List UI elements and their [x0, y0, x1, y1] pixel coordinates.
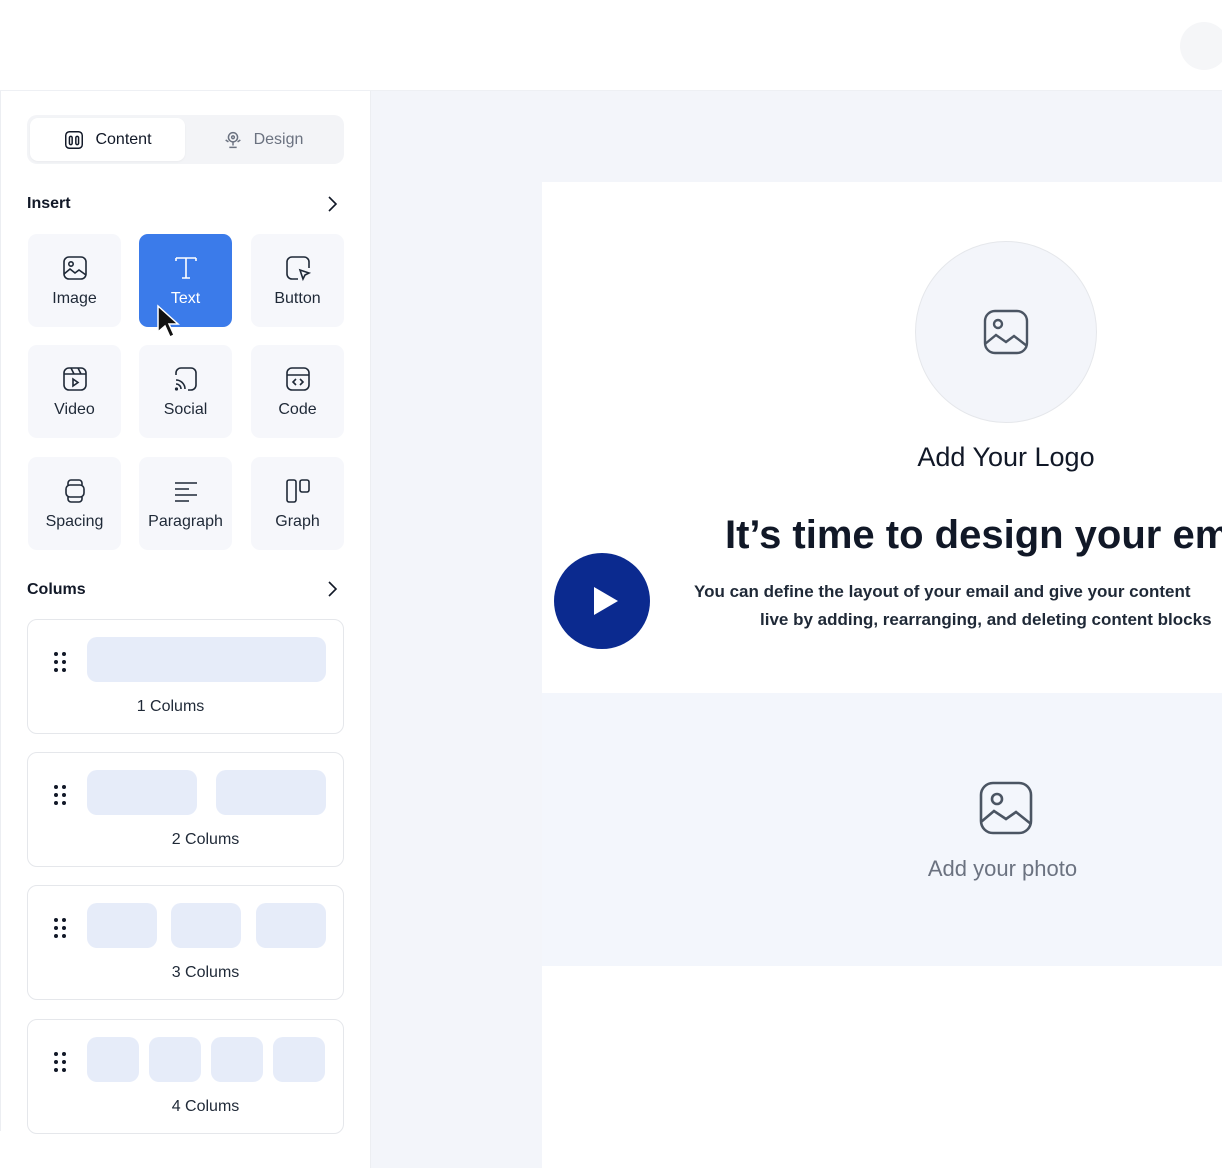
insert-spacing[interactable]: Spacing [28, 457, 121, 550]
photo-placeholder-block[interactable] [542, 693, 1222, 966]
columns-3-card[interactable]: 3 Colums [27, 885, 344, 1000]
columns-1-label: 1 Colums [136, 698, 205, 715]
insert-image[interactable]: Image [28, 234, 121, 327]
insert-button-label: Button [274, 289, 321, 307]
columns-2-label: 2 Colums [171, 831, 240, 848]
sidebar: Content Design Insert Image Text Button … [0, 91, 371, 1168]
logo-placeholder[interactable] [915, 241, 1097, 423]
play-icon [593, 587, 618, 615]
column-placeholder [149, 1037, 201, 1082]
insert-title: Insert [27, 195, 71, 212]
photo-label: Add your photo [927, 856, 1078, 881]
design-icon [224, 131, 241, 148]
column-placeholder [87, 637, 326, 682]
column-placeholder [87, 770, 197, 815]
button-icon [285, 255, 311, 281]
text-icon [174, 256, 197, 279]
spacing-icon [64, 478, 85, 503]
column-placeholder [211, 1037, 263, 1082]
email-description-line1[interactable]: You can define the layout of your email … [694, 582, 1191, 602]
logo-title: Add Your Logo [917, 442, 1095, 472]
app-root: Content Design Insert Image Text Button … [0, 0, 1222, 1168]
columns-3-label: 3 Colums [171, 964, 240, 981]
content-icon [65, 130, 84, 149]
insert-video-label: Video [54, 400, 95, 418]
tab-content-label: Content [95, 130, 152, 148]
chevron-right-icon[interactable] [322, 579, 342, 599]
email-description-line2[interactable]: live by adding, rearranging, and deletin… [760, 610, 1212, 630]
image-icon [979, 781, 1033, 835]
insert-video[interactable]: Video [28, 345, 121, 438]
image-icon [983, 309, 1029, 355]
column-placeholder [216, 770, 326, 815]
tab-design[interactable]: Design [185, 118, 340, 161]
insert-image-label: Image [52, 289, 97, 307]
insert-text-label: Text [170, 289, 201, 307]
insert-spacing-label: Spacing [45, 512, 104, 530]
drag-handle-icon[interactable] [52, 1050, 68, 1074]
avatar[interactable] [1180, 22, 1222, 70]
insert-graph-label: Graph [275, 512, 320, 530]
video-icon [62, 366, 87, 391]
insert-graph[interactable]: Graph [251, 457, 344, 550]
drag-handle-icon[interactable] [52, 916, 68, 940]
insert-text[interactable]: Text [139, 234, 232, 327]
columns-4-card[interactable]: 4 Colums [27, 1019, 344, 1134]
columns-2-card[interactable]: 2 Colums [27, 752, 344, 867]
column-placeholder [256, 903, 326, 948]
insert-button[interactable]: Button [251, 234, 344, 327]
columns-4-label: 4 Colums [171, 1098, 240, 1115]
column-placeholder [273, 1037, 325, 1082]
play-video-button[interactable] [554, 553, 650, 649]
graph-icon [285, 478, 310, 503]
tab-content[interactable]: Content [30, 118, 185, 161]
column-placeholder [87, 903, 157, 948]
email-headline[interactable]: It’s time to design your email [725, 513, 1222, 558]
top-bar [0, 0, 1222, 91]
drag-handle-icon[interactable] [52, 783, 68, 807]
insert-social[interactable]: Social [139, 345, 232, 438]
column-placeholder [171, 903, 241, 948]
columns-title: Colums [27, 581, 86, 598]
paragraph-icon [174, 481, 197, 502]
chevron-right-icon[interactable] [322, 194, 342, 214]
column-placeholder [87, 1037, 139, 1082]
email-footer-block[interactable] [542, 966, 1222, 1168]
social-icon [174, 366, 197, 391]
code-icon [285, 366, 310, 391]
insert-code-label: Code [278, 400, 317, 418]
tab-design-label: Design [253, 130, 304, 148]
columns-1-card[interactable]: 1 Colums [27, 619, 344, 734]
insert-code[interactable]: Code [251, 345, 344, 438]
insert-paragraph-label: Paragraph [148, 512, 223, 530]
drag-handle-icon[interactable] [52, 650, 68, 674]
insert-social-label: Social [163, 400, 208, 418]
image-icon [62, 255, 87, 280]
content-design-toggle: Content Design [27, 115, 344, 164]
insert-paragraph[interactable]: Paragraph [139, 457, 232, 550]
